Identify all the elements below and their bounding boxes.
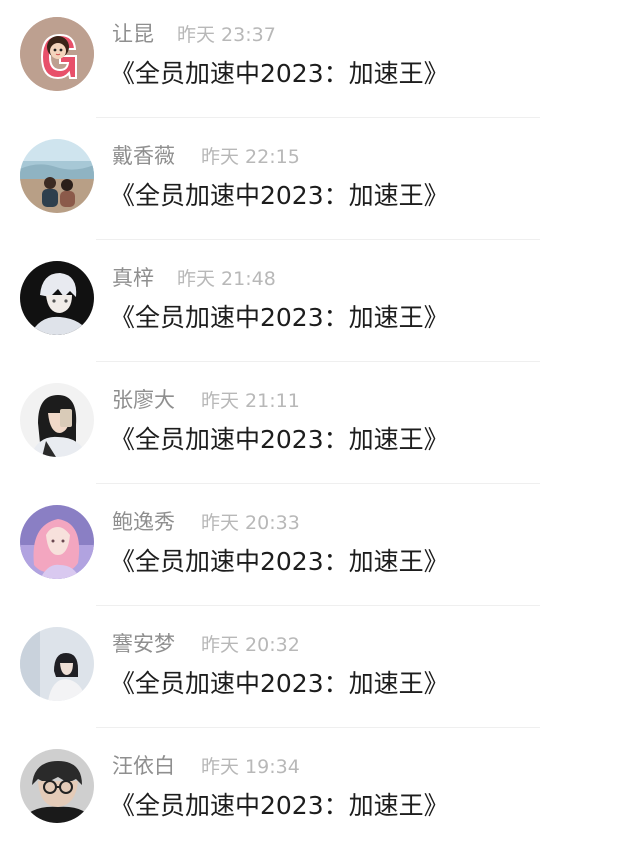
comment-item[interactable]: 让昆 昨天 23:37 《全员加速中2023：加速王》 xyxy=(0,0,640,122)
comment-text: 《全员加速中2023：加速王》 xyxy=(110,791,449,820)
divider xyxy=(96,727,540,728)
comment-text: 《全员加速中2023：加速王》 xyxy=(110,669,449,698)
selfie-girl-avatar-icon[interactable] xyxy=(20,383,94,457)
sitting-girl-avatar-icon[interactable] xyxy=(20,627,94,701)
anime-boy-avatar-icon[interactable] xyxy=(20,261,94,335)
comment-list: 让昆 昨天 23:37 《全员加速中2023：加速王》 戴香薇 昨天 22:15… xyxy=(0,0,640,861)
comment-item[interactable]: 汪依白 昨天 19:34 《全员加速中2023：加速王》 xyxy=(0,732,640,854)
comment-text: 《全员加速中2023：加速王》 xyxy=(110,547,449,576)
user-name[interactable]: 让昆 xyxy=(112,20,154,48)
pink-hair-girl-avatar-icon[interactable] xyxy=(20,505,94,579)
comment-text: 《全员加速中2023：加速王》 xyxy=(110,59,449,88)
comment-text: 《全员加速中2023：加速王》 xyxy=(110,181,449,210)
divider xyxy=(96,361,540,362)
comment-time: 昨天 20:32 xyxy=(201,634,300,656)
divider xyxy=(96,117,540,118)
comment-time: 昨天 22:15 xyxy=(201,146,300,168)
divider xyxy=(96,605,540,606)
user-name[interactable]: 真梓 xyxy=(112,264,154,292)
user-name[interactable]: 戴香薇 xyxy=(112,142,175,170)
user-name[interactable]: 謇安梦 xyxy=(112,630,175,658)
comment-item[interactable]: 戴香薇 昨天 22:15 《全员加速中2023：加速王》 xyxy=(0,122,640,244)
comment-time: 昨天 19:34 xyxy=(201,756,300,778)
user-name[interactable]: 张廖大 xyxy=(112,386,175,414)
comment-time: 昨天 23:37 xyxy=(177,24,276,46)
comment-item[interactable]: 真梓 昨天 21:48 《全员加速中2023：加速王》 xyxy=(0,244,640,366)
comment-time: 昨天 21:48 xyxy=(177,268,276,290)
comment-item[interactable]: 謇安梦 昨天 20:32 《全员加速中2023：加速王》 xyxy=(0,610,640,732)
couple-photo-avatar-icon[interactable] xyxy=(20,139,94,213)
divider xyxy=(96,483,540,484)
comment-text: 《全员加速中2023：加速王》 xyxy=(110,303,449,332)
user-name[interactable]: 汪依白 xyxy=(112,752,175,780)
comment-text: 《全员加速中2023：加速王》 xyxy=(110,425,449,454)
comment-time: 昨天 21:11 xyxy=(201,390,300,412)
divider xyxy=(96,239,540,240)
comment-item[interactable]: 张廖大 昨天 21:11 《全员加速中2023：加速王》 xyxy=(0,366,640,488)
comment-time: 昨天 20:33 xyxy=(201,512,300,534)
user-name[interactable]: 鲍逸秀 xyxy=(112,508,175,536)
glasses-man-avatar-icon[interactable] xyxy=(20,749,94,823)
comment-item[interactable]: 鲍逸秀 昨天 20:33 《全员加速中2023：加速王》 xyxy=(0,488,640,610)
cartoon-girl-avatar-icon[interactable] xyxy=(20,17,94,91)
